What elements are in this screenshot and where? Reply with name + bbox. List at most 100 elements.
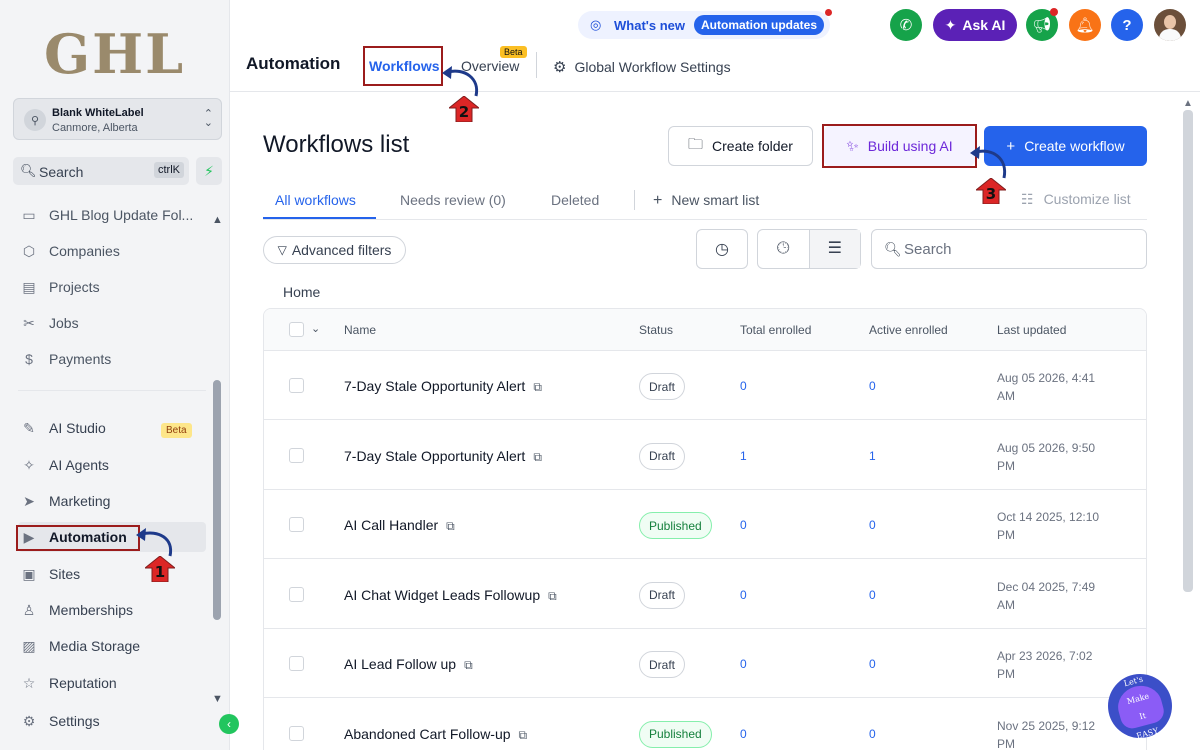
external-link-icon[interactable]: ⧉ — [464, 658, 473, 672]
chevron-down-icon[interactable]: ⌄ — [311, 322, 320, 335]
search-shortcut: ctrlK — [154, 162, 184, 178]
sidebar-scrollbar[interactable] — [213, 380, 221, 620]
sidebar-item-jobs[interactable]: ✂ Jobs — [18, 308, 206, 338]
create-workflow-label: Create workflow — [1024, 138, 1125, 154]
workflow-name-text: AI Lead Follow up — [344, 656, 457, 672]
customize-icon: ☷ — [1021, 191, 1034, 207]
active-enrolled-value[interactable]: 1 — [869, 449, 876, 463]
account-name: Blank WhiteLabel — [52, 107, 144, 119]
total-enrolled-value[interactable]: 1 — [740, 449, 747, 463]
sidebar-scroll-up-icon[interactable]: ▲ — [212, 214, 223, 226]
active-enrolled-value[interactable]: 0 — [869, 588, 876, 602]
annotation-marker-2: 2 — [449, 96, 479, 122]
active-enrolled-value[interactable]: 0 — [869, 727, 876, 741]
sidebar-item-label: Media Storage — [49, 638, 141, 654]
time-period: PM — [997, 458, 1015, 473]
page-scrollbar[interactable] — [1183, 110, 1193, 592]
external-link-icon[interactable]: ⧉ — [548, 589, 557, 603]
active-enrolled-value[interactable]: 0 — [869, 657, 876, 671]
row-checkbox[interactable] — [289, 378, 304, 393]
tab-label: Global Workflow Settings — [574, 59, 731, 75]
workflow-name[interactable]: 7-Day Stale Opportunity Alert ⧉ — [344, 448, 542, 465]
row-checkbox[interactable] — [289, 725, 304, 741]
sidebar-item-payments[interactable]: $ Payments — [18, 344, 206, 374]
external-link-icon[interactable]: ⧉ — [533, 450, 542, 464]
table-row[interactable]: 7-Day Stale Opportunity Alert ⧉ Draft 1 1 Aug… — [264, 420, 1146, 490]
plus-icon: + — [653, 192, 663, 209]
page-app-title: Automation — [246, 54, 341, 73]
annotation-arrow-1 — [136, 528, 173, 557]
total-enrolled-value[interactable]: 0 — [740, 657, 747, 671]
advanced-filters-button[interactable]: ▽ Advanced filters — [263, 236, 406, 264]
clock-view-icon[interactable]: 🕒︎ — [758, 240, 809, 258]
sidebar-item-media-storage[interactable]: ▨ Media Storage — [18, 631, 206, 661]
new-smart-list-button[interactable]: + New smart list — [653, 192, 759, 210]
date-line: Apr 23 2026, 7:02 — [997, 649, 1093, 663]
total-enrolled-value[interactable]: 0 — [740, 727, 747, 741]
external-link-icon[interactable]: ⧉ — [519, 728, 528, 742]
sidebar-scroll-down-icon[interactable]: ▼ — [212, 693, 223, 705]
tab-needs-review[interactable]: Needs review (0) — [400, 192, 506, 208]
phone-icon[interactable]: ✆ — [890, 9, 922, 41]
workflow-name[interactable]: AI Chat Widget Leads Followup ⧉ — [344, 587, 557, 604]
account-switcher[interactable]: ⚲ Blank WhiteLabel Canmore, Alberta ⌃ ⌄ — [13, 98, 222, 140]
ask-ai-button[interactable]: ✦ Ask AI — [933, 9, 1017, 41]
tab-all-workflows[interactable]: All workflows — [275, 192, 356, 208]
total-enrolled-value[interactable]: 0 — [740, 588, 747, 602]
total-enrolled-value[interactable]: 0 — [740, 379, 747, 393]
row-checkbox[interactable] — [289, 517, 304, 532]
sidebar-item-ghl-blog[interactable]: ▭ GHL Blog Update Fol... — [18, 200, 206, 230]
breadcrumb[interactable]: Home — [283, 284, 320, 300]
quick-actions-bolt-icon[interactable]: ⚡ — [196, 157, 222, 185]
row-checkbox[interactable] — [289, 586, 304, 602]
user-avatar[interactable] — [1154, 9, 1186, 41]
whats-new-banner[interactable]: ◎ What's new Automation updates — [578, 9, 832, 39]
tab-global-workflow-settings[interactable]: ⚙ Global Workflow Settings — [553, 58, 731, 76]
tabs-border — [263, 219, 1147, 220]
sidebar-item-memberships[interactable]: ♙ Memberships — [18, 595, 206, 625]
workflow-name[interactable]: AI Lead Follow up ⧉ — [344, 656, 473, 673]
sidebar-search[interactable]: 🔍︎ Search ctrlK — [13, 157, 189, 185]
workflow-name[interactable]: AI Call Handler ⧉ — [344, 517, 455, 534]
create-folder-button[interactable]: 🗀 Create folder — [668, 126, 813, 166]
table-row[interactable]: AI Chat Widget Leads Followup ⧉ Draft 0 0 Dec… — [264, 559, 1146, 629]
customize-list-button[interactable]: ☷ Customize list — [1021, 191, 1131, 208]
sidebar-item-reputation[interactable]: ☆ Reputation — [18, 668, 206, 698]
company-logo[interactable]: GHL — [44, 22, 185, 86]
account-location: Canmore, Alberta — [52, 122, 138, 134]
row-checkbox[interactable] — [289, 656, 304, 671]
table-row[interactable]: 7-Day Stale Opportunity Alert ⧉ Draft 0 0 Aug… — [264, 351, 1146, 420]
table-row[interactable]: AI Lead Follow up ⧉ Draft 0 0 Apr 23 2026, 7:… — [264, 629, 1146, 698]
row-checkbox[interactable] — [289, 447, 304, 463]
workflow-name[interactable]: Abandoned Cart Follow-up ⧉ — [344, 726, 527, 743]
payments-icon: $ — [25, 351, 33, 367]
sidebar-item-settings[interactable]: ⚙ Settings — [18, 706, 206, 736]
select-all-checkbox[interactable] — [289, 322, 304, 337]
bell-icon[interactable]: 🔔︎ — [1069, 9, 1101, 41]
total-enrolled-value[interactable]: 0 — [740, 518, 747, 532]
collapse-sidebar-icon[interactable]: ‹ — [219, 714, 239, 734]
external-link-icon[interactable]: ⧉ — [446, 519, 455, 533]
sidebar-item-ai-agents[interactable]: ✧ AI Agents — [18, 450, 206, 480]
table-row[interactable]: Abandoned Cart Follow-up ⧉ Published 0 0 Nov … — [264, 698, 1146, 750]
tab-deleted[interactable]: Deleted — [551, 192, 599, 208]
list-view-icon[interactable]: ☰ — [808, 230, 860, 268]
sidebar-item-sites[interactable]: ▣ Sites — [18, 559, 206, 589]
view-toggle: 🕒︎ ☰ — [757, 229, 861, 269]
ai-studio-icon: ✎ — [23, 419, 35, 436]
sidebar-item-projects[interactable]: ▤ Projects — [18, 272, 206, 302]
external-link-icon[interactable]: ⧉ — [533, 380, 542, 394]
workflow-name[interactable]: 7-Day Stale Opportunity Alert ⧉ — [344, 378, 542, 395]
active-enrolled-value[interactable]: 0 — [869, 379, 876, 393]
active-enrolled-value[interactable]: 0 — [869, 518, 876, 532]
companies-icon: ⬡ — [22, 242, 36, 259]
automation-updates-pill[interactable]: Automation updates — [694, 15, 824, 35]
workflow-search-input[interactable] — [904, 239, 1124, 259]
page-scroll-up-icon[interactable]: ▲ — [1183, 98, 1193, 109]
sidebar-item-companies[interactable]: ⬡ Companies — [18, 236, 206, 266]
help-icon[interactable]: ? — [1111, 9, 1143, 41]
annotation-marker-3: 3 — [976, 178, 1006, 204]
table-row[interactable]: AI Call Handler ⧉ Published 0 0 Oct 14 2025, … — [264, 490, 1146, 559]
history-icon[interactable]: ◷ — [696, 229, 748, 269]
sidebar-item-marketing[interactable]: ➤ Marketing — [18, 486, 206, 516]
